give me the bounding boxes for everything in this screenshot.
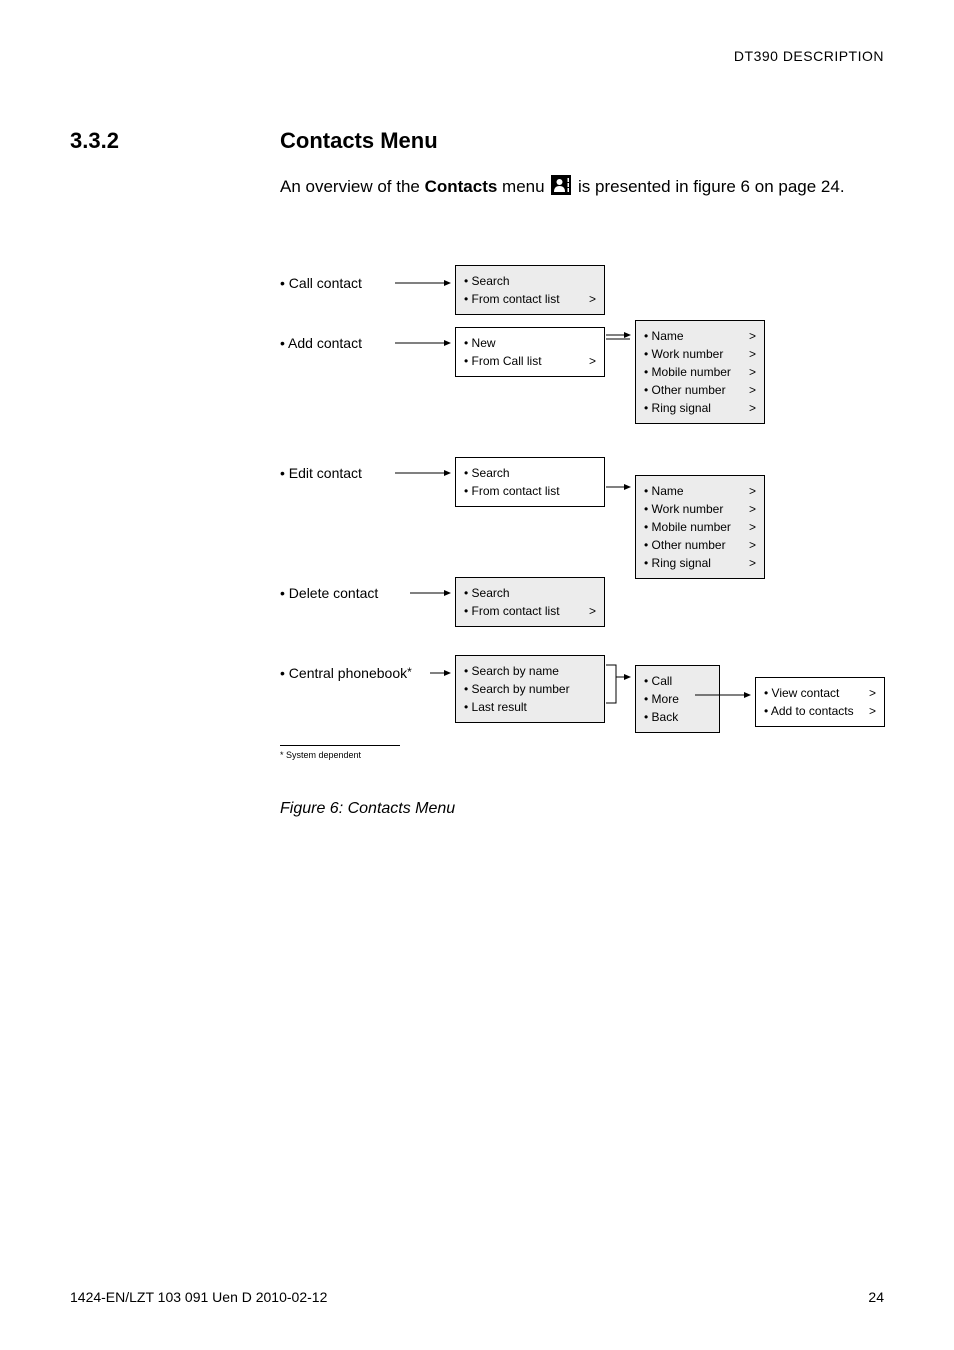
footer-left: 1424-EN/LZT 103 091 Uen D 2010-02-12: [70, 1289, 327, 1305]
intro-bold: Contacts: [425, 177, 498, 196]
intro-post: is presented in figure 6 on page 24.: [573, 177, 844, 196]
running-head: DT390 DESCRIPTION: [734, 48, 884, 64]
intro-paragraph: An overview of the Contacts menu is pres…: [280, 175, 880, 203]
contacts-icon: [551, 175, 571, 203]
menu-diagram: • Call contact • Add contact • Edit cont…: [280, 265, 920, 760]
figure-caption: Figure 6: Contacts Menu: [280, 800, 455, 818]
page-number: 24: [868, 1289, 884, 1305]
section-title: Contacts Menu: [280, 128, 438, 154]
arrows-overlay: [280, 265, 920, 760]
intro-mid: menu: [497, 177, 549, 196]
intro-pre: An overview of the: [280, 177, 425, 196]
section-number: 3.3.2: [70, 128, 119, 154]
